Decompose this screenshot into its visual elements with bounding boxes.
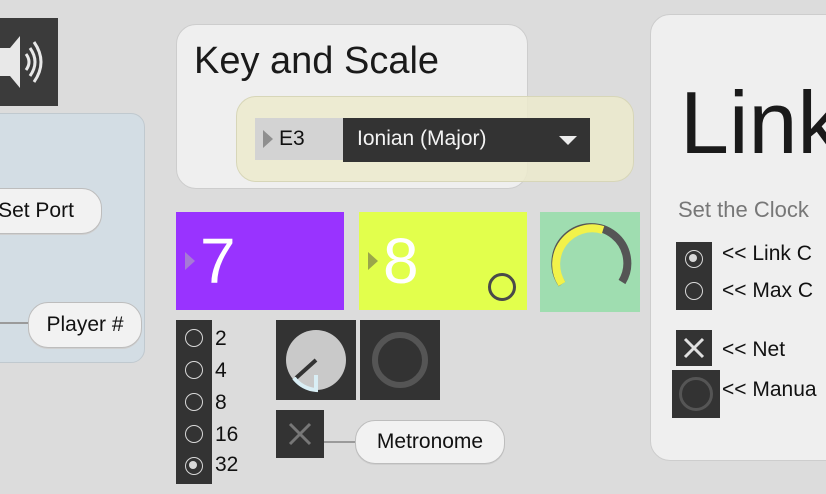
radio-link-clock[interactable] [685,250,703,268]
key-scale-title: Key and Scale [194,40,440,82]
radio-8[interactable] [185,393,203,411]
link-subtitle: Set the Clock [678,197,809,222]
metronome-connector-line [324,441,358,443]
record-button[interactable] [360,320,440,400]
ring-icon [372,332,428,388]
volume-dial[interactable] [276,320,356,400]
subdivision-radio-group[interactable] [176,320,212,484]
radio-2[interactable] [185,329,203,347]
bang-button[interactable] [488,273,516,301]
chevron-down-icon [559,136,577,145]
set-port-button[interactable]: Set Port [0,188,102,234]
speaker-icon [0,36,43,88]
metronome-label: Metronome [376,430,484,453]
root-note-arrow-icon [263,130,273,148]
manual-button[interactable] [672,370,720,418]
tempo-dial[interactable] [540,212,640,312]
radio-label-4: 4 [215,359,227,382]
speaker-toggle[interactable] [0,18,58,106]
radio-label-32: 32 [215,453,239,476]
net-toggle[interactable] [676,330,712,366]
close-icon [288,422,312,446]
close-icon [683,337,705,359]
number-value: 7 [200,225,236,297]
clock-option-max: << Max C [722,279,814,302]
number-value: 8 [383,225,419,297]
radio-32[interactable] [185,457,203,475]
clock-option-link: << Link C [722,242,812,265]
radio-label-8: 8 [215,391,227,414]
radio-selected-dot [689,254,698,263]
radio-4[interactable] [185,361,203,379]
metronome-comment: Metronome [355,420,505,464]
player-number-label: Player # [46,313,124,336]
number-box-yellow[interactable]: 8 [359,212,527,310]
number-arrow-icon [185,252,195,270]
number-box-purple[interactable]: 7 [176,212,344,310]
link-title: Link [680,73,826,172]
root-note-value: E3 [279,127,305,150]
radio-selected-dot [189,461,198,470]
number-arrow-icon [368,252,378,270]
radio-label-16: 16 [215,423,239,446]
metronome-toggle[interactable] [276,410,324,458]
scale-dropdown-value: Ionian (Major) [357,127,487,150]
manual-label: << Manua [722,378,817,401]
clock-radio-group[interactable] [676,242,712,310]
radio-label-2: 2 [215,327,227,350]
radio-16[interactable] [185,425,203,443]
ring-icon [679,377,713,411]
net-label: << Net [722,338,786,361]
radio-max-clock[interactable] [685,282,703,300]
player-connector-line [0,322,30,324]
player-number-comment: Player # [28,302,142,348]
dial-knob-icon [286,330,346,393]
dial-arc-icon [551,223,632,287]
set-port-label: Set Port [0,199,74,222]
